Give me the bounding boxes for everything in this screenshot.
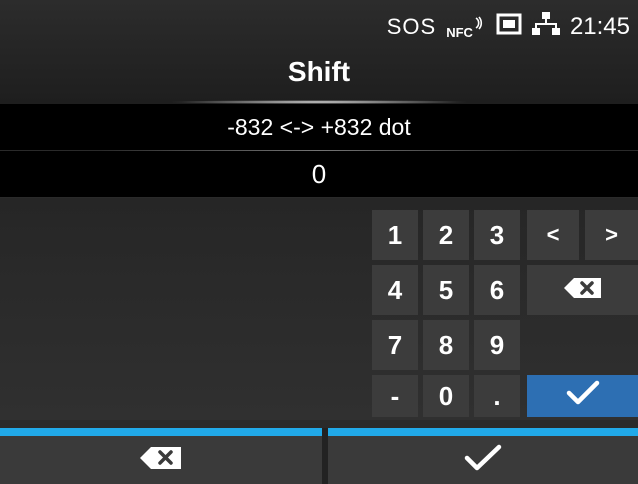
softkey-left-indicator — [0, 428, 322, 436]
status-bar: SOS NFC 21:45 — [386, 11, 630, 44]
header: SOS NFC 21:45 Shift — [0, 0, 638, 104]
key-minus[interactable]: - — [372, 375, 418, 417]
sd-card-icon — [496, 12, 522, 43]
range-label: -832 <-> +832 dot — [0, 104, 638, 150]
right-arrow-button[interactable]: > — [585, 210, 638, 260]
softkey-confirm-button[interactable] — [328, 436, 638, 484]
softkey-cancel-button[interactable] — [0, 436, 322, 484]
left-arrow-button[interactable]: < — [527, 210, 579, 260]
ok-button[interactable] — [527, 375, 638, 417]
backspace-icon — [139, 446, 183, 475]
clock: 21:45 — [569, 13, 630, 40]
key-6[interactable]: 6 — [474, 265, 520, 315]
checkmark-icon — [566, 380, 600, 413]
nfc-icon: NFC — [446, 16, 486, 40]
key-dot[interactable]: . — [474, 375, 520, 417]
checkmark-icon — [464, 444, 502, 477]
softkey-right-indicator — [328, 428, 638, 436]
page-title: Shift — [287, 56, 351, 87]
backspace-button[interactable] — [527, 265, 638, 315]
key-5[interactable]: 5 — [423, 265, 469, 315]
key-8[interactable]: 8 — [423, 320, 469, 370]
key-7[interactable]: 7 — [372, 320, 418, 370]
key-0[interactable]: 0 — [423, 375, 469, 417]
keypad: 1 2 3 < > 4 5 6 7 8 9 - 0 . — [0, 198, 638, 420]
backspace-icon — [563, 275, 603, 306]
key-2[interactable]: 2 — [423, 210, 469, 260]
key-3[interactable]: 3 — [474, 210, 520, 260]
sos-indicator: SOS — [386, 14, 437, 39]
key-1[interactable]: 1 — [372, 210, 418, 260]
network-icon — [531, 11, 560, 44]
key-4[interactable]: 4 — [372, 265, 418, 315]
value-display[interactable]: 0 — [0, 151, 638, 197]
key-9[interactable]: 9 — [474, 320, 520, 370]
